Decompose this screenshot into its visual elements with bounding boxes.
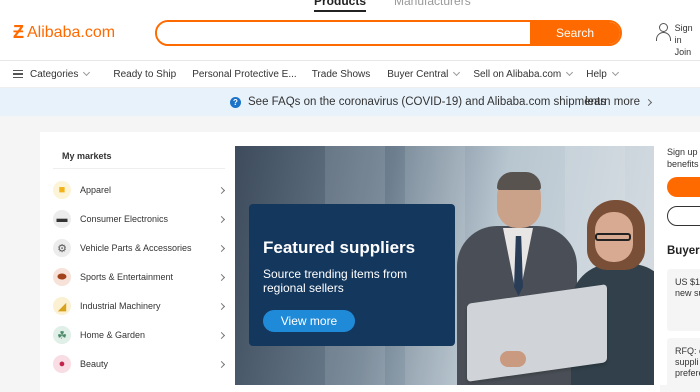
info-icon: ? — [230, 96, 241, 108]
nav-trade-shows[interactable]: Trade Shows — [312, 69, 371, 80]
market-item-home-garden[interactable]: ☘ Home & Garden — [53, 324, 228, 346]
market-item-label: Vehicle Parts & Accessories — [80, 243, 192, 253]
businessman-hair — [497, 172, 541, 190]
learn-more-link[interactable]: learn more — [585, 96, 653, 108]
nav-buyer-central-label: Buyer Central — [387, 68, 449, 80]
chevron-right-icon — [217, 186, 226, 194]
divider — [53, 168, 225, 169]
market-item-apparel[interactable]: ■ Apparel — [53, 179, 228, 201]
sign-up-text: Sign up benefits — [667, 146, 699, 170]
vr-headset-icon: ▬ — [53, 210, 71, 228]
market-item-sports[interactable]: ⬬ Sports & Entertainment — [53, 266, 228, 288]
my-markets-title: My markets — [62, 151, 112, 161]
rfq-card[interactable]: RFQ: c suppli prefere — [667, 338, 700, 385]
tab-manufacturers[interactable]: Manufacturers — [394, 0, 471, 12]
chevron-down-icon — [611, 68, 619, 77]
market-item-label: Sports & Entertainment — [80, 272, 174, 282]
featured-suppliers-hero[interactable]: Featured suppliers Source trending items… — [235, 146, 654, 385]
chevron-right-icon — [217, 331, 226, 339]
alibaba-logo-mark: Ƶ — [13, 22, 24, 42]
alibaba-logo[interactable]: Ƶ Alibaba.com — [13, 22, 115, 43]
search-bar: Search — [155, 20, 622, 46]
excavator-icon: ◢ — [53, 297, 71, 315]
nav-buyer-central[interactable]: Buyer Central — [387, 68, 461, 80]
nav-personal-protective[interactable]: Personal Protective E... — [192, 69, 297, 80]
chevron-right-icon — [217, 244, 226, 252]
rfq-line1: RFQ: c — [675, 346, 700, 356]
tab-products[interactable]: Products — [314, 0, 367, 12]
my-markets-panel: My markets ■ Apparel ▬ Consumer Electron… — [40, 132, 235, 392]
view-more-button[interactable]: View more — [263, 310, 355, 332]
nav-sell-on-alibaba-label: Sell on Alibaba.com — [473, 68, 562, 80]
nav-help[interactable]: Help — [586, 68, 619, 80]
plant-icon: ☘ — [53, 326, 71, 344]
nav-categories[interactable]: Categories — [13, 68, 91, 80]
join-button[interactable] — [667, 177, 700, 197]
search-tabs: Products Manufacturers — [314, 0, 471, 12]
buyer-offer-line2: new su — [675, 288, 700, 298]
buyer-offer-text: US $1( new su — [675, 277, 700, 299]
nav-personal-protective-label: Personal Protective E... — [192, 68, 297, 80]
sign-in-button[interactable] — [667, 206, 700, 226]
hand — [500, 351, 526, 367]
learn-more-label: learn more — [585, 96, 640, 108]
hero-subtitle: Source trending items from regional sell… — [263, 267, 408, 295]
engine-icon: ⚙ — [53, 239, 71, 257]
chevron-right-icon — [217, 302, 226, 310]
glasses — [595, 233, 631, 241]
header: Products Manufacturers Ƶ Alibaba.com Sea… — [0, 0, 700, 69]
chevron-down-icon — [566, 68, 574, 77]
category-nav: Categories Ready to Ship Personal Protec… — [0, 60, 700, 88]
rfq-line2: suppli — [675, 357, 699, 367]
buyer-offer-card[interactable]: US $1( new su — [667, 269, 700, 331]
market-item-vehicle-parts[interactable]: ⚙ Vehicle Parts & Accessories — [53, 237, 228, 259]
perfume-icon: ● — [53, 355, 71, 373]
banner-text[interactable]: See FAQs on the coronavirus (COVID-19) a… — [248, 96, 606, 108]
rfq-line3: prefere — [675, 368, 700, 378]
sign-up-line2: benefits — [667, 159, 699, 169]
market-item-label: Industrial Machinery — [80, 301, 161, 311]
nav-ready-to-ship[interactable]: Ready to Ship — [113, 69, 176, 80]
nav-ready-to-ship-label: Ready to Ship — [113, 68, 177, 80]
nav-sell-on-alibaba[interactable]: Sell on Alibaba.com — [473, 68, 574, 80]
nav-categories-label: Categories — [30, 68, 79, 80]
chevron-right-icon — [644, 98, 653, 106]
chevron-right-icon — [217, 273, 226, 281]
featured-suppliers-card: Featured suppliers Source trending items… — [249, 204, 455, 346]
market-item-label: Beauty — [80, 359, 109, 369]
market-item-beauty[interactable]: ● Beauty — [53, 353, 228, 375]
market-item-label: Apparel — [80, 185, 112, 195]
chevron-right-icon — [217, 360, 226, 368]
buyer-offer-line1: US $1( — [675, 277, 700, 287]
covid-notice-banner: ? See FAQs on the coronavirus (COVID-19)… — [0, 88, 700, 116]
buyers-title: Buyers — [667, 245, 700, 257]
market-item-label: Consumer Electronics — [80, 214, 169, 224]
sign-up-line1: Sign up — [667, 147, 698, 157]
search-input[interactable] — [157, 22, 530, 44]
rfq-text: RFQ: c suppli prefere — [675, 346, 700, 379]
hero-title: Featured suppliers — [263, 238, 416, 257]
sign-in-link[interactable]: Sign in — [675, 22, 700, 46]
alibaba-logo-text: Alibaba.com — [27, 23, 116, 41]
market-item-industrial-machinery[interactable]: ◢ Industrial Machinery — [53, 295, 228, 317]
market-item-consumer-electronics[interactable]: ▬ Consumer Electronics — [53, 208, 228, 230]
nav-help-label: Help — [586, 68, 607, 80]
user-icon — [654, 22, 671, 41]
market-item-label: Home & Garden — [80, 330, 146, 340]
menu-icon — [13, 70, 23, 78]
chevron-down-icon — [83, 68, 91, 77]
apparel-icon: ■ — [53, 181, 71, 199]
nav-trade-shows-label: Trade Shows — [311, 68, 371, 80]
account-side-panel: Sign up benefits Buyers US $1( new su RF… — [654, 132, 700, 385]
football-icon: ⬬ — [53, 268, 71, 286]
chevron-down-icon — [453, 68, 461, 77]
chevron-right-icon — [217, 215, 226, 223]
search-button[interactable]: Search — [530, 22, 620, 44]
